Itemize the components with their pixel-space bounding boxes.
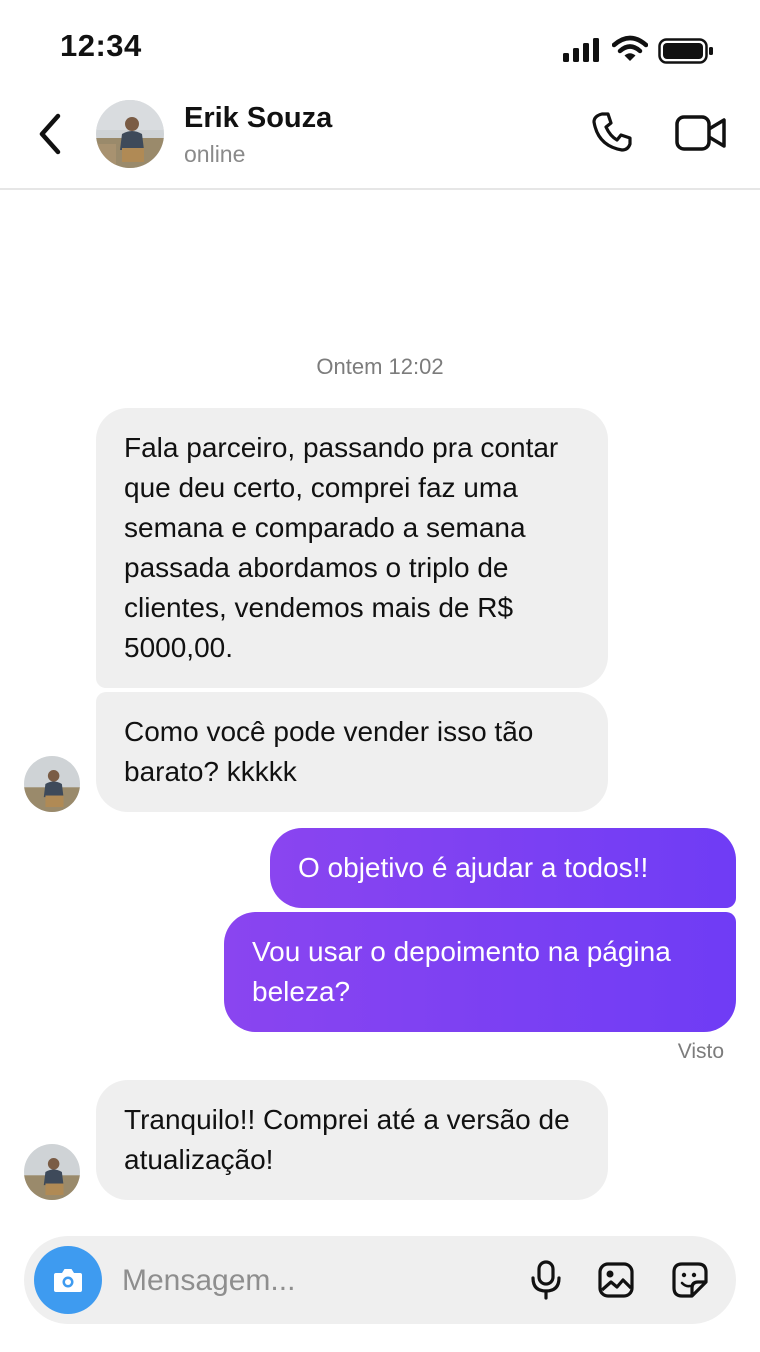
chat-timestamp: Ontem 12:02 (316, 354, 444, 379)
wifi-icon (612, 35, 648, 61)
avatar-photo (24, 756, 80, 812)
battery-icon (658, 38, 713, 64)
message-input[interactable] (120, 1258, 504, 1304)
video-call-icon[interactable] (674, 112, 728, 154)
outgoing-message[interactable]: O objetivo é ajudar a todos!! (270, 828, 736, 908)
camera-button[interactable] (34, 1246, 102, 1314)
contact-name: Erik Souza (184, 102, 333, 134)
chat-header: Erik Souza online (0, 96, 760, 190)
gallery-icon[interactable] (598, 1262, 634, 1298)
phone-call-icon[interactable] (588, 108, 636, 156)
contact-status: online (184, 141, 246, 167)
message-composer (24, 1236, 736, 1324)
avatar-photo (24, 1144, 80, 1200)
avatar-photo (96, 100, 164, 168)
sticker-icon[interactable] (672, 1262, 708, 1298)
incoming-message[interactable]: Como você pode vender isso tão barato? k… (96, 692, 608, 812)
seen-indicator: Visto (677, 1040, 724, 1063)
back-arrow-icon[interactable] (30, 110, 70, 158)
status-bar: 12:34 (0, 0, 760, 96)
sender-avatar (24, 756, 80, 812)
contact-avatar[interactable] (96, 100, 164, 168)
status-time: 12:34 (60, 28, 142, 63)
camera-icon (54, 1269, 82, 1292)
phone-screen: 12:34 Erik Souza online Ontem 12:02 Fala… (0, 0, 760, 1352)
incoming-message[interactable]: Fala parceiro, passando pra contar que d… (96, 408, 608, 688)
microphone-icon[interactable] (530, 1260, 562, 1300)
incoming-message[interactable]: Tranquilo!! Comprei até a versão de atua… (96, 1080, 608, 1200)
sender-avatar (24, 1144, 80, 1200)
cellular-signal-icon (563, 38, 599, 62)
outgoing-message[interactable]: Vou usar o depoimento na página beleza? (224, 912, 736, 1032)
